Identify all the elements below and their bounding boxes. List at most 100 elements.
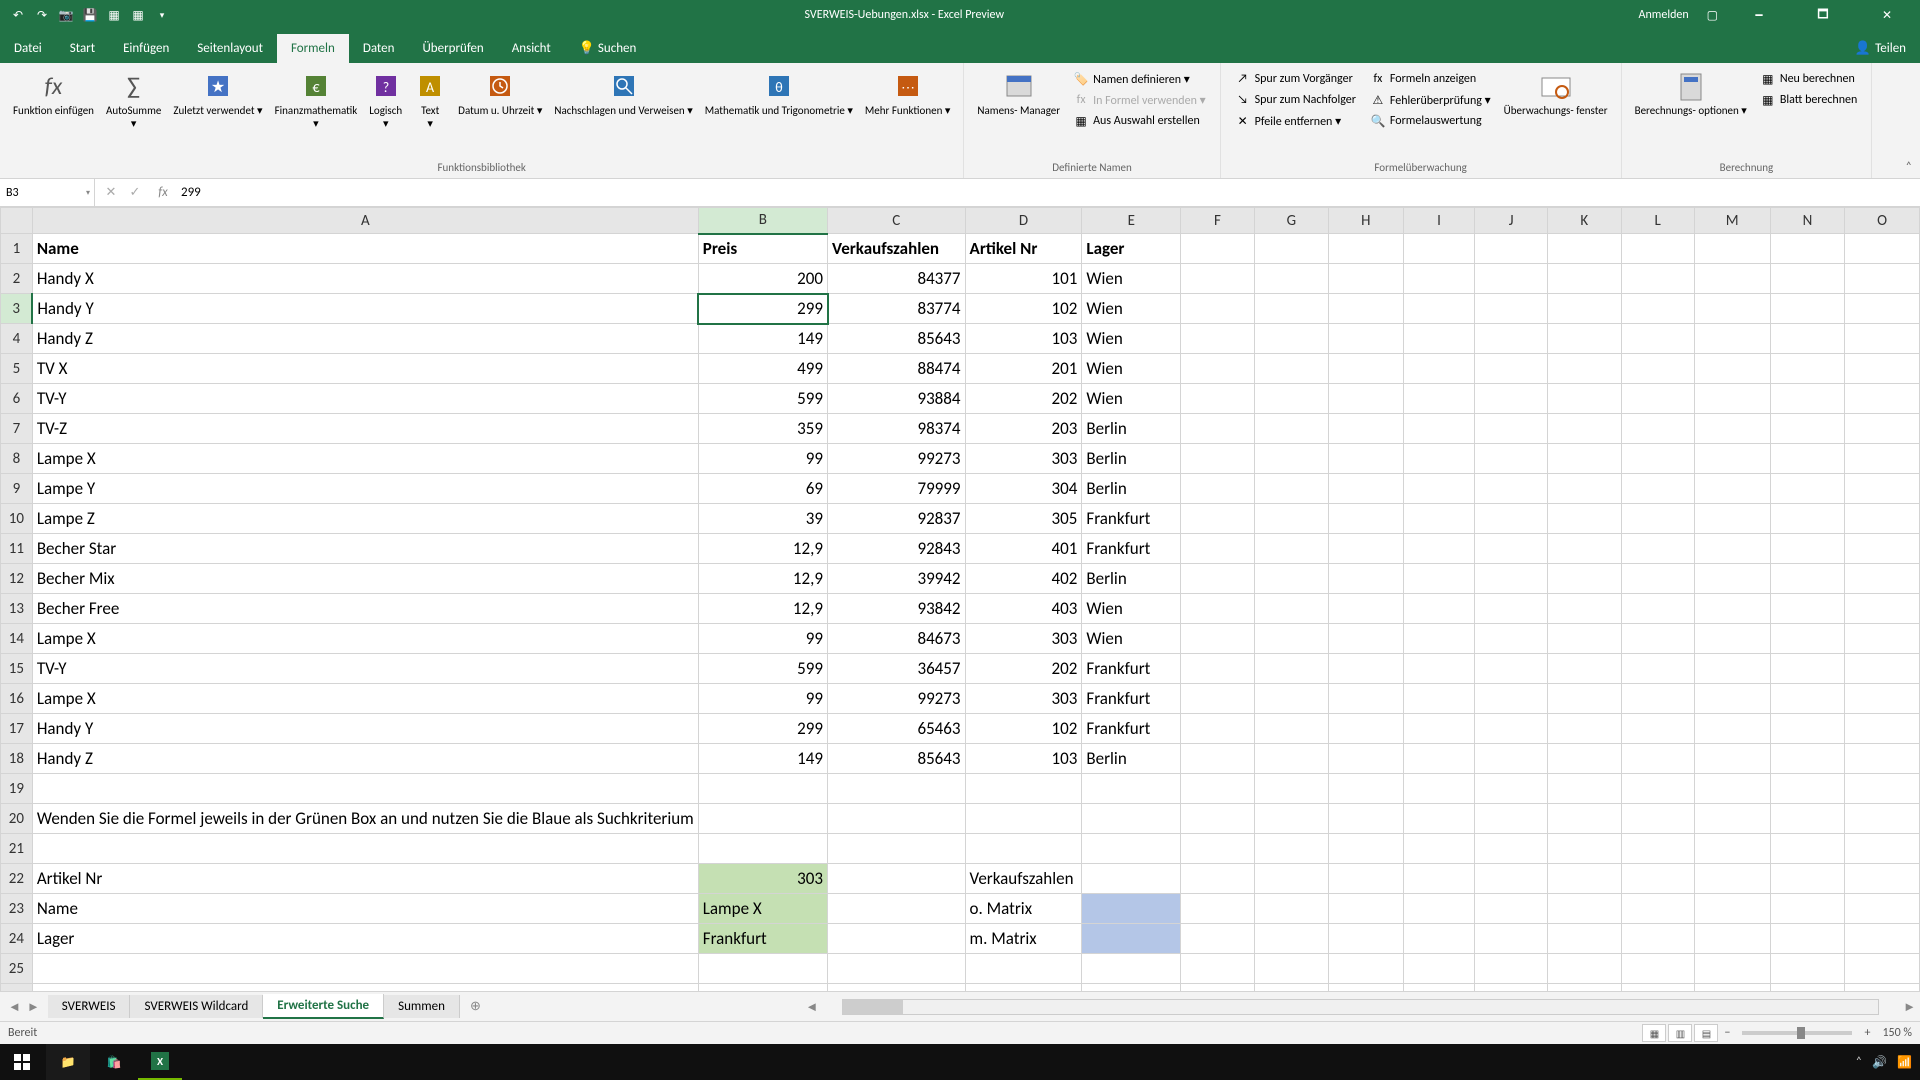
tray-network-icon[interactable]: 📶 bbox=[1897, 1055, 1912, 1070]
cell-F7[interactable] bbox=[1181, 414, 1254, 444]
cell-M15[interactable] bbox=[1694, 654, 1770, 684]
cell-O20[interactable] bbox=[1845, 804, 1920, 834]
cell-B5[interactable]: 499 bbox=[698, 354, 827, 384]
cell-D18[interactable]: 103 bbox=[965, 744, 1082, 774]
cell-M18[interactable] bbox=[1694, 744, 1770, 774]
cell-K25[interactable] bbox=[1547, 954, 1621, 984]
column-header-A[interactable]: A bbox=[32, 208, 698, 234]
cell-C20[interactable] bbox=[828, 804, 966, 834]
cell-N17[interactable] bbox=[1770, 714, 1845, 744]
cell-A19[interactable] bbox=[32, 774, 698, 804]
cell-O26[interactable] bbox=[1845, 984, 1920, 992]
cell-I9[interactable] bbox=[1403, 474, 1475, 504]
cell-I8[interactable] bbox=[1403, 444, 1475, 474]
cell-F17[interactable] bbox=[1181, 714, 1254, 744]
cell-M21[interactable] bbox=[1694, 834, 1770, 864]
cell-K16[interactable] bbox=[1547, 684, 1621, 714]
camera-icon[interactable]: 📷 bbox=[58, 7, 74, 23]
column-header-O[interactable]: O bbox=[1845, 208, 1920, 234]
cell-I2[interactable] bbox=[1403, 264, 1475, 294]
cell-E26[interactable] bbox=[1082, 984, 1181, 992]
cell-M20[interactable] bbox=[1694, 804, 1770, 834]
row-header-9[interactable]: 9 bbox=[1, 474, 33, 504]
cell-O4[interactable] bbox=[1845, 324, 1920, 354]
cell-A22[interactable]: Artikel Nr bbox=[32, 864, 698, 894]
cell-N16[interactable] bbox=[1770, 684, 1845, 714]
cell-N22[interactable] bbox=[1770, 864, 1845, 894]
cell-F25[interactable] bbox=[1181, 954, 1254, 984]
column-header-D[interactable]: D bbox=[965, 208, 1082, 234]
cell-K17[interactable] bbox=[1547, 714, 1621, 744]
cell-O14[interactable] bbox=[1845, 624, 1920, 654]
cell-G23[interactable] bbox=[1254, 894, 1328, 924]
cell-H20[interactable] bbox=[1329, 804, 1403, 834]
cell-I13[interactable] bbox=[1403, 594, 1475, 624]
row-header-21[interactable]: 21 bbox=[1, 834, 33, 864]
cell-D5[interactable]: 201 bbox=[965, 354, 1082, 384]
cell-A9[interactable]: Lampe Y bbox=[32, 474, 698, 504]
cell-A7[interactable]: TV-Z bbox=[32, 414, 698, 444]
column-header-C[interactable]: C bbox=[828, 208, 966, 234]
tab-formeln[interactable]: Formeln bbox=[277, 34, 349, 63]
cell-J8[interactable] bbox=[1475, 444, 1547, 474]
cell-I11[interactable] bbox=[1403, 534, 1475, 564]
logical-button[interactable]: ? Logisch▾ bbox=[364, 67, 407, 133]
cell-J19[interactable] bbox=[1475, 774, 1547, 804]
cell-L1[interactable] bbox=[1621, 234, 1694, 264]
cell-K2[interactable] bbox=[1547, 264, 1621, 294]
cell-C15[interactable]: 36457 bbox=[828, 654, 966, 684]
cell-B3[interactable]: 299 bbox=[698, 294, 827, 324]
cell-K22[interactable] bbox=[1547, 864, 1621, 894]
cell-L8[interactable] bbox=[1621, 444, 1694, 474]
cell-C18[interactable]: 85643 bbox=[828, 744, 966, 774]
cell-D4[interactable]: 103 bbox=[965, 324, 1082, 354]
cell-D13[interactable]: 403 bbox=[965, 594, 1082, 624]
undo-icon[interactable]: ↶ bbox=[10, 7, 26, 23]
cell-K24[interactable] bbox=[1547, 924, 1621, 954]
define-name-button[interactable]: 🏷️Namen definieren ▾ bbox=[1073, 69, 1206, 89]
tab-einfuegen[interactable]: Einfügen bbox=[109, 34, 183, 63]
cell-L19[interactable] bbox=[1621, 774, 1694, 804]
cell-K26[interactable] bbox=[1547, 984, 1621, 992]
cell-D15[interactable]: 202 bbox=[965, 654, 1082, 684]
cell-B13[interactable]: 12,9 bbox=[698, 594, 827, 624]
watch-window-button[interactable]: Überwachungs- fenster bbox=[1499, 67, 1613, 120]
cell-O18[interactable] bbox=[1845, 744, 1920, 774]
cell-I20[interactable] bbox=[1403, 804, 1475, 834]
cell-F23[interactable] bbox=[1181, 894, 1254, 924]
cell-B7[interactable]: 359 bbox=[698, 414, 827, 444]
signin-link[interactable]: Anmelden bbox=[1639, 8, 1689, 22]
cell-F18[interactable] bbox=[1181, 744, 1254, 774]
cell-J4[interactable] bbox=[1475, 324, 1547, 354]
remove-arrows-button[interactable]: ✕Pfeile entfernen ▾ bbox=[1235, 111, 1356, 131]
view-page-break-button[interactable]: ▤ bbox=[1694, 1024, 1718, 1042]
tab-datei[interactable]: Datei bbox=[0, 34, 56, 63]
cell-F19[interactable] bbox=[1181, 774, 1254, 804]
cell-N10[interactable] bbox=[1770, 504, 1845, 534]
cell-C10[interactable]: 92837 bbox=[828, 504, 966, 534]
cell-I25[interactable] bbox=[1403, 954, 1475, 984]
hscroll-left-icon[interactable]: ◄ bbox=[801, 999, 822, 1015]
cell-E4[interactable]: Wien bbox=[1082, 324, 1181, 354]
sheet-nav-prev-icon[interactable]: ◄ bbox=[8, 999, 21, 1015]
cell-N21[interactable] bbox=[1770, 834, 1845, 864]
cell-L21[interactable] bbox=[1621, 834, 1694, 864]
cell-E3[interactable]: Wien bbox=[1082, 294, 1181, 324]
financial-button[interactable]: € Finanzmathematik▾ bbox=[270, 67, 363, 133]
cell-J1[interactable] bbox=[1475, 234, 1547, 264]
cell-D2[interactable]: 101 bbox=[965, 264, 1082, 294]
name-box[interactable]: B3 bbox=[0, 179, 95, 206]
cell-J15[interactable] bbox=[1475, 654, 1547, 684]
maximize-button[interactable]: 🗖 bbox=[1800, 0, 1846, 30]
cell-A18[interactable]: Handy Z bbox=[32, 744, 698, 774]
cell-N7[interactable] bbox=[1770, 414, 1845, 444]
cell-E15[interactable]: Frankfurt bbox=[1082, 654, 1181, 684]
share-button[interactable]: 👤 Teilen bbox=[1841, 34, 1920, 63]
cell-L18[interactable] bbox=[1621, 744, 1694, 774]
cell-D20[interactable] bbox=[965, 804, 1082, 834]
cell-G12[interactable] bbox=[1254, 564, 1328, 594]
cell-J24[interactable] bbox=[1475, 924, 1547, 954]
tab-daten[interactable]: Daten bbox=[349, 34, 409, 63]
cell-D26[interactable] bbox=[965, 984, 1082, 992]
cell-G17[interactable] bbox=[1254, 714, 1328, 744]
